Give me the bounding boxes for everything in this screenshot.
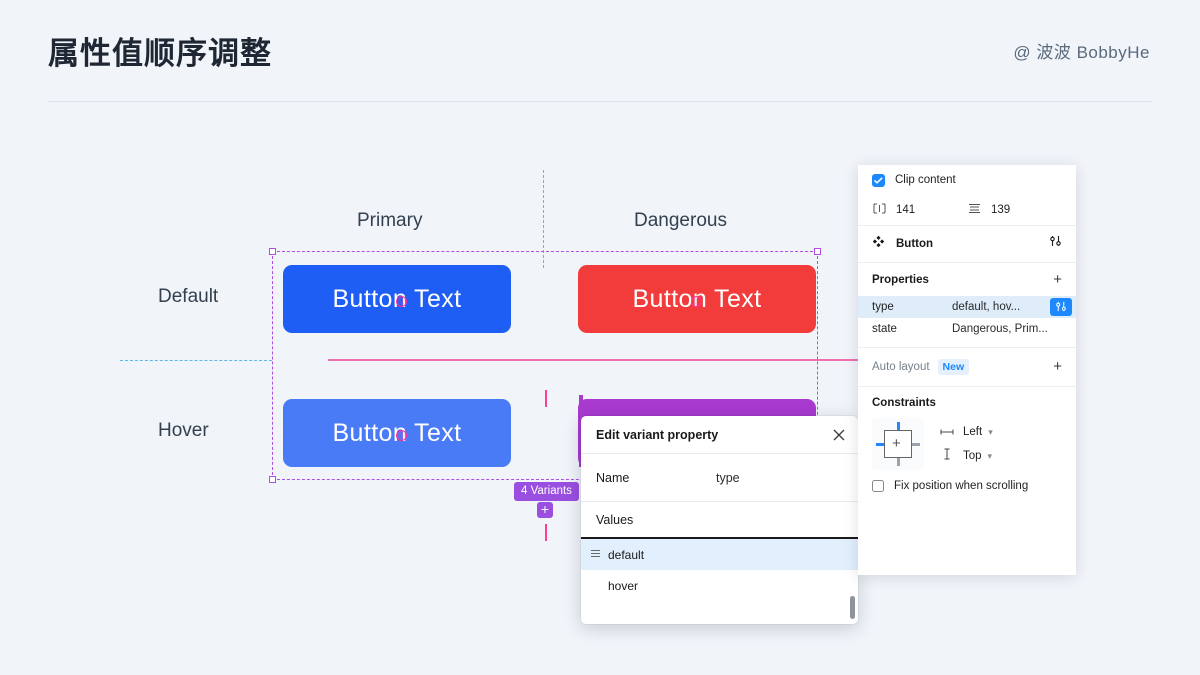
dialog-name-row[interactable]: Name type	[581, 454, 858, 502]
slide-header: 属性值顺序调整 @ 波波 BobbyHe	[0, 0, 1200, 102]
constraint-horizontal-value: Left	[963, 426, 982, 438]
dialog-title: Edit variant property	[596, 428, 718, 442]
constraint-marker-bottom[interactable]	[897, 458, 900, 466]
property-row-type[interactable]: type default, hov...	[858, 296, 1076, 318]
constraint-vertical-value: Top	[963, 450, 982, 462]
chevron-down-icon[interactable]: ▾	[988, 427, 993, 438]
clip-content-row[interactable]: Clip content	[872, 165, 1062, 195]
add-property-button[interactable]: +	[1053, 273, 1062, 287]
chevron-down-icon[interactable]: ▾	[988, 451, 993, 462]
row-label-hover: Hover	[158, 420, 209, 442]
add-variant-button[interactable]: +	[537, 502, 553, 518]
drag-handle-icon[interactable]	[591, 549, 600, 558]
property-value: Dangerous, Prim...	[952, 323, 1048, 335]
dialog-value-item-default[interactable]: default	[581, 539, 858, 570]
resize-handle-top-left[interactable]	[269, 248, 276, 255]
author-credit: @ 波波 BobbyHe	[1013, 38, 1150, 63]
variants-count-badge: 4 Variants	[514, 482, 579, 501]
properties-header: Properties +	[872, 263, 1062, 296]
edit-property-button[interactable]	[1050, 298, 1072, 316]
component-name: Button	[896, 238, 933, 250]
close-icon[interactable]	[830, 426, 848, 444]
auto-layout-new-badge: New	[938, 359, 970, 375]
property-name: state	[872, 323, 952, 335]
dialog-value-item-hover[interactable]: hover	[581, 570, 858, 601]
property-value: default, hov...	[952, 301, 1020, 313]
row-label-default: Default	[158, 286, 218, 308]
column-label-primary: Primary	[357, 210, 422, 232]
clip-content-checkbox[interactable]	[872, 174, 885, 187]
width-value: 141	[896, 204, 915, 216]
constraint-horizontal-field[interactable]: Left ▾	[940, 420, 993, 444]
add-auto-layout-button[interactable]: +	[1053, 360, 1062, 374]
height-field[interactable]: 139	[967, 201, 1062, 219]
dialog-scrollbar[interactable]	[850, 596, 855, 619]
dialog-values-header: Values	[581, 502, 858, 539]
auto-layout-row: Auto layout New +	[872, 348, 1062, 386]
panel-section-auto-layout: Auto layout New +	[858, 348, 1076, 387]
resize-handle-bottom-left[interactable]	[269, 476, 276, 483]
dialog-value-label: hover	[608, 579, 638, 593]
panel-section-constraints: Constraints +	[858, 387, 1076, 504]
panel-section-properties: Properties + type default, hov... state …	[858, 263, 1076, 348]
constraint-vertical-field[interactable]: Top ▾	[940, 444, 993, 468]
height-value: 139	[991, 204, 1010, 216]
fix-position-checkbox[interactable]	[872, 480, 884, 492]
height-icon	[967, 201, 982, 219]
dimensions-row: 141 139	[872, 195, 1062, 225]
fix-position-row[interactable]: Fix position when scrolling	[872, 470, 1062, 492]
blue-guide-horizontal	[120, 360, 272, 361]
horizontal-constraint-icon	[940, 423, 954, 441]
property-name: type	[872, 301, 952, 313]
constraints-title: Constraints	[872, 397, 1062, 409]
component-settings-icon[interactable]	[1049, 235, 1062, 253]
inspector-panel: Clip content 141	[858, 165, 1076, 575]
dialog-value-label: default	[608, 548, 644, 562]
page-title: 属性值顺序调整	[48, 28, 272, 73]
clip-content-label: Clip content	[895, 174, 956, 186]
constraint-marker-right[interactable]	[912, 443, 920, 446]
property-row-state[interactable]: state Dangerous, Prim...	[858, 318, 1076, 340]
dialog-header: Edit variant property	[581, 416, 858, 454]
constraints-widget[interactable]: +	[872, 418, 924, 470]
column-label-dangerous: Dangerous	[634, 210, 727, 232]
dialog-name-label: Name	[596, 471, 716, 485]
panel-section-size: Clip content 141	[858, 165, 1076, 226]
width-icon	[872, 201, 887, 219]
properties-title: Properties	[872, 274, 929, 286]
fix-position-label: Fix position when scrolling	[894, 480, 1028, 492]
panel-section-component: Button	[858, 226, 1076, 263]
constraints-center-icon: +	[892, 437, 901, 451]
width-field[interactable]: 141	[872, 201, 967, 219]
vertical-constraint-icon	[940, 447, 954, 465]
component-icon	[872, 235, 885, 253]
constraint-marker-left[interactable]	[876, 443, 884, 446]
resize-handle-top-right[interactable]	[814, 248, 821, 255]
component-row[interactable]: Button	[872, 226, 1062, 262]
constraint-marker-top[interactable]	[897, 422, 900, 430]
edit-variant-property-dialog: Edit variant property Name type Values	[581, 416, 858, 624]
dialog-values-label: Values	[596, 513, 716, 527]
auto-layout-title: Auto layout	[872, 361, 930, 373]
pink-guide-tick	[545, 524, 547, 541]
slide-root: 属性值顺序调整 @ 波波 BobbyHe Primary Dangerous D…	[0, 0, 1200, 675]
dialog-name-value[interactable]: type	[716, 471, 740, 485]
